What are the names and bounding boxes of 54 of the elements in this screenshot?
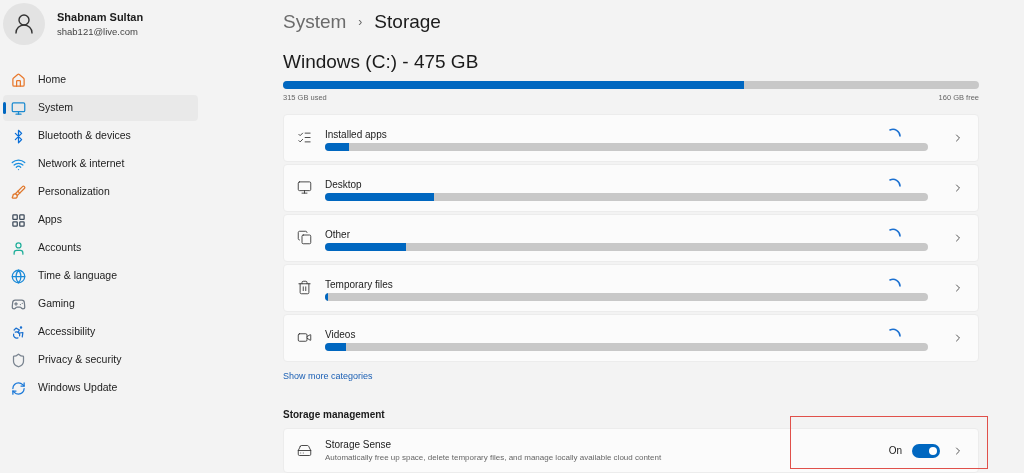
toggle-state-label: On [888,444,902,459]
update-icon [11,380,26,396]
apps-grid-icon [11,212,26,228]
sidebar-item[interactable]: Gaming [3,291,198,317]
category-label: Other [325,228,350,242]
sidebar-item[interactable]: Privacy & security [3,347,198,373]
settings-card[interactable]: Storage Sense Automatically free up space, delete temporary files, and manage locally available cloud content On [283,428,979,473]
user-name: Shabnam Sultan [57,9,144,25]
show-more-link[interactable]: Show more categories [283,370,979,384]
avatar[interactable] [3,3,45,45]
sidebar-item[interactable]: Accessibility [3,319,198,345]
category-label: Temporary files [325,278,393,292]
person-icon [11,240,26,256]
sidebar-item[interactable]: Accounts [3,235,198,261]
setting-description: Automatically free up space, delete temporary files, and manage locally available cloud content [325,452,663,465]
page-title: Storage [374,10,441,34]
section-heading: Storage management [283,408,386,423]
category-card[interactable]: Other [283,214,979,262]
globe-icon [11,268,26,284]
category-card[interactable]: Desktop [283,164,979,212]
breadcrumb-parent[interactable]: System [283,8,347,37]
sidebar-item[interactable]: Home [3,67,198,93]
home-icon [11,72,26,88]
breadcrumb-separator: › [358,14,363,32]
sidebar-item[interactable]: Apps [3,207,198,233]
sidebar-item[interactable]: Time & language [3,263,198,289]
sidebar-item[interactable]: Personalization [3,179,198,205]
trash-icon [297,280,312,296]
monitor-icon [297,180,312,196]
category-label: Desktop [325,178,362,192]
selection-indicator [3,102,6,114]
person-icon [12,12,36,36]
sidebar-item[interactable]: Windows Update [3,375,198,401]
shield-icon [11,352,26,368]
category-card[interactable]: Videos [283,314,979,362]
monitor-icon [11,100,26,116]
category-card[interactable]: Installed apps [283,114,979,162]
list-icon [297,130,312,146]
documents-icon [297,230,312,246]
drive-icon [297,443,312,459]
sidebar-item[interactable]: Bluetooth & devices [3,123,198,149]
toggle-switch[interactable] [912,443,940,458]
user-email: shab121@live.com [57,25,139,40]
sidebar-item[interactable]: System [3,95,198,121]
drive-title: Windows (C:) - 475 GB [283,49,480,74]
gamepad-icon [11,296,26,312]
brush-icon [11,184,26,200]
sidebar-item[interactable]: Network & internet [3,151,198,177]
wifi-icon [11,156,26,172]
accessibility-icon [11,324,26,340]
category-label: Videos [325,328,356,342]
setting-title: Storage Sense [325,438,393,453]
category-card[interactable]: Temporary files [283,264,979,312]
category-label: Installed apps [325,128,387,142]
